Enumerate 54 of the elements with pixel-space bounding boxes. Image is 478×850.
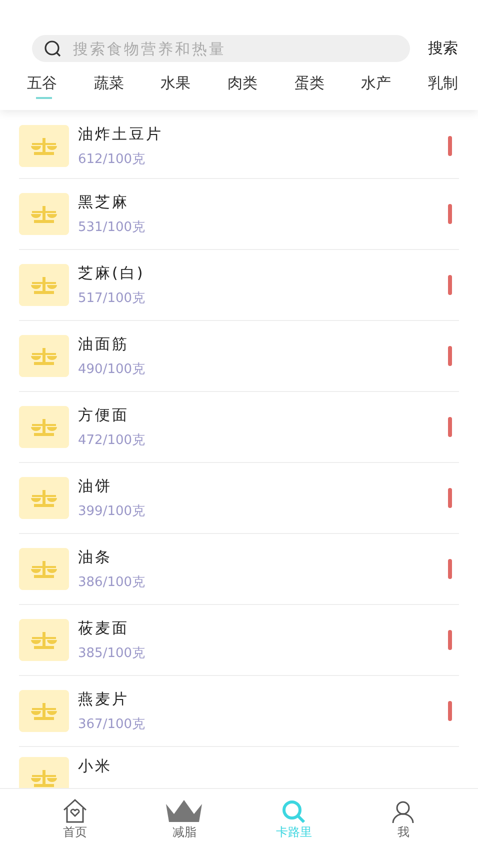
- calorie-indicator-icon: [448, 488, 452, 508]
- food-name: 油面筋: [78, 334, 130, 354]
- person-icon: [391, 800, 416, 824]
- calorie-value: 517/100克: [78, 290, 146, 306]
- calorie-indicator-icon: [448, 417, 452, 437]
- calorie-value: 399/100克: [78, 502, 146, 520]
- calorie-indicator-icon: [448, 275, 452, 295]
- category-tab[interactable]: 乳制: [428, 70, 458, 101]
- category-tab[interactable]: 五谷: [27, 70, 57, 101]
- calorie-value: 531/100克: [78, 218, 146, 236]
- food-name: 黑芝麻: [78, 192, 130, 212]
- food-name: 莜麦面: [78, 618, 130, 638]
- food-name: 油炸土豆片: [78, 124, 164, 144]
- calorie-value: 490/100克: [78, 360, 146, 378]
- scale-icon: [19, 548, 69, 590]
- calorie-indicator-icon: [448, 204, 452, 224]
- category-tab[interactable]: 蔬菜: [94, 70, 124, 101]
- calorie-indicator-icon: [448, 136, 452, 156]
- calorie-indicator-icon: [448, 346, 452, 366]
- scale-icon: [19, 477, 69, 519]
- category-tab[interactable]: 肉类: [227, 70, 258, 101]
- scale-icon: [19, 193, 69, 235]
- calorie-indicator-icon: [448, 701, 452, 721]
- nav-tab[interactable]: 首页: [34, 789, 115, 850]
- calorie-value: 612/100克: [78, 150, 146, 168]
- food-name: 油条: [78, 548, 113, 566]
- search-icon: [44, 40, 62, 58]
- calorie-value: 386/100克: [78, 574, 146, 590]
- calorie-value: 385/100克: [78, 644, 146, 662]
- scale-icon: [19, 125, 69, 167]
- food-name: 方便面: [78, 406, 130, 424]
- scale-icon: [19, 335, 69, 377]
- calorie-indicator-icon: [448, 559, 452, 579]
- scale-icon: [19, 690, 69, 732]
- category-tab[interactable]: 蛋类: [294, 70, 324, 101]
- calorie-indicator-icon: [448, 630, 452, 650]
- scale-icon: [19, 757, 69, 788]
- search-field[interactable]: 搜索食物营养和热量: [32, 35, 410, 62]
- category-tab[interactable]: 水产: [361, 70, 392, 101]
- crown-icon: [164, 798, 204, 824]
- search-button[interactable]: 搜索: [428, 39, 458, 58]
- category-tab[interactable]: 水果: [160, 70, 191, 101]
- food-name: 燕麦片: [78, 690, 130, 708]
- search-icon: [280, 800, 307, 824]
- food-name: 小米: [78, 757, 113, 776]
- nav-tab[interactable]: 我: [363, 789, 444, 850]
- calorie-value: 472/100克: [78, 432, 146, 448]
- calorie-value: 367/100克: [78, 716, 146, 732]
- scale-icon: [19, 619, 69, 661]
- scale-icon: [19, 406, 69, 448]
- nav-tab[interactable]: 减脂: [144, 789, 224, 850]
- food-name: 油饼: [78, 476, 113, 496]
- food-name: 芝麻(白): [78, 264, 146, 282]
- scale-icon: [19, 264, 69, 306]
